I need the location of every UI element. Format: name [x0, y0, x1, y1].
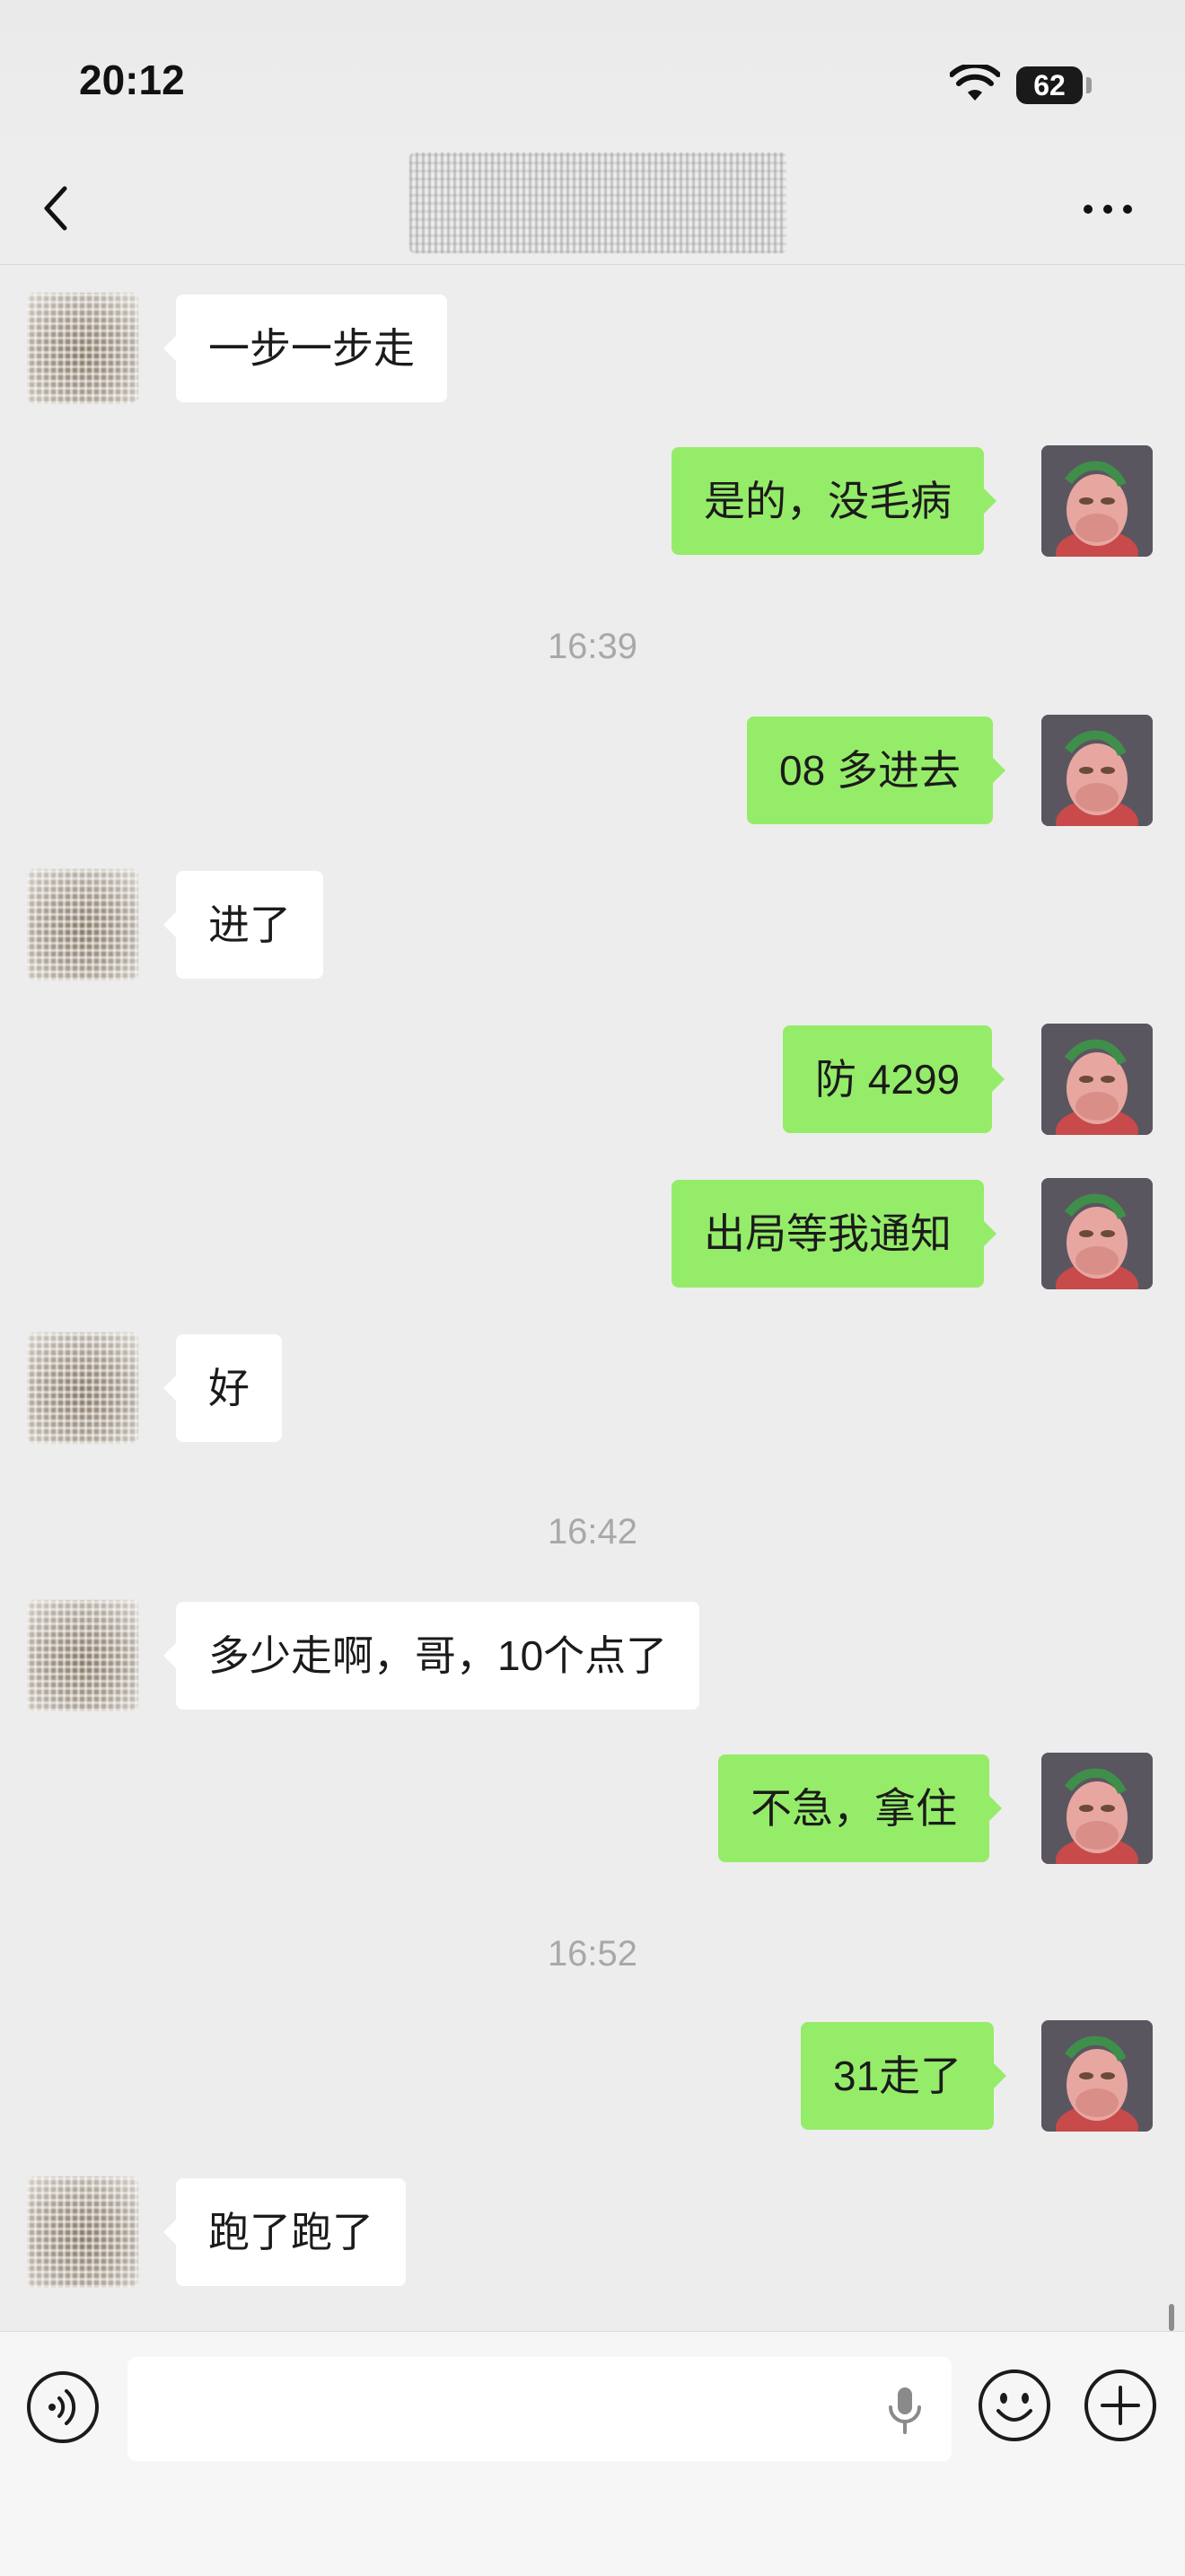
user-avatar[interactable] — [1041, 1024, 1153, 1135]
message-row: 防 4299 — [0, 1024, 1185, 1137]
timestamp: 16:42 — [547, 1512, 638, 1552]
user-avatar[interactable] — [1041, 445, 1153, 557]
voice-icon[interactable] — [25, 2369, 101, 2445]
message-bubble[interactable]: 多少走啊，哥，10个点了 — [162, 1602, 700, 1710]
chat-title — [409, 153, 786, 253]
message-row: 出局等我通知 — [0, 1178, 1185, 1291]
scrollbar[interactable] — [1169, 2304, 1174, 2331]
message-bubble[interactable]: 一步一步走 — [163, 295, 447, 402]
message-bubble[interactable]: 31走了 — [801, 2022, 1007, 2130]
message-row: 31走了 — [0, 2020, 1185, 2133]
chevron-left-icon[interactable] — [38, 176, 74, 241]
emoji-icon[interactable] — [977, 2368, 1052, 2443]
status-time: 20:12 — [79, 57, 185, 103]
plus-icon[interactable] — [1083, 2368, 1158, 2443]
wifi-icon — [950, 65, 1000, 101]
message-bubble[interactable]: 防 4299 — [783, 1025, 1005, 1133]
chat-header — [0, 153, 1185, 265]
message-row: 一步一步走 — [0, 293, 1185, 406]
contact-avatar[interactable] — [27, 293, 138, 404]
user-avatar[interactable] — [1041, 2020, 1153, 2132]
message-bubble[interactable]: 是的，没毛病 — [672, 447, 996, 555]
status-bar: 20:12 62 — [0, 0, 1185, 153]
contact-avatar[interactable] — [27, 869, 138, 980]
message-bubble[interactable]: 进了 — [163, 871, 323, 979]
message-row: 不急，拿住 — [0, 1753, 1185, 1866]
message-input[interactable] — [127, 2357, 952, 2461]
more-dots-icon[interactable] — [1075, 187, 1140, 232]
battery-tip — [1086, 77, 1092, 93]
message-row: 好 — [0, 1332, 1185, 1446]
contact-avatar[interactable] — [27, 2176, 138, 2288]
contact-avatar[interactable] — [27, 1600, 138, 1711]
message-bubble[interactable]: 好 — [163, 1334, 282, 1442]
input-bar — [0, 2331, 1185, 2576]
battery-indicator: 62 — [1016, 66, 1083, 104]
contact-avatar[interactable] — [27, 1332, 138, 1444]
user-avatar[interactable] — [1041, 1753, 1153, 1864]
message-row: 多少走啊，哥，10个点了 — [0, 1600, 1185, 1713]
timestamp: 16:52 — [547, 1934, 638, 1974]
timestamp: 16:39 — [547, 627, 638, 666]
message-bubble[interactable]: 出局等我通知 — [672, 1180, 996, 1288]
message-row: 跑了跑了 — [0, 2176, 1185, 2290]
message-row: 是的，没毛病 — [0, 445, 1185, 558]
microphone-icon[interactable] — [880, 2384, 930, 2438]
message-bubble[interactable]: 08 多进去 — [747, 717, 1005, 824]
message-bubble[interactable]: 跑了跑了 — [163, 2178, 406, 2286]
message-row: 进了 — [0, 869, 1185, 982]
message-list[interactable]: 一步一步走 是的，没毛病 16:39 08 多进去 进了 防 4299 出局等我… — [0, 264, 1185, 2329]
message-row: 08 多进去 — [0, 715, 1185, 828]
user-avatar[interactable] — [1041, 1178, 1153, 1289]
message-bubble[interactable]: 不急，拿住 — [718, 1754, 1002, 1862]
user-avatar[interactable] — [1041, 715, 1153, 826]
